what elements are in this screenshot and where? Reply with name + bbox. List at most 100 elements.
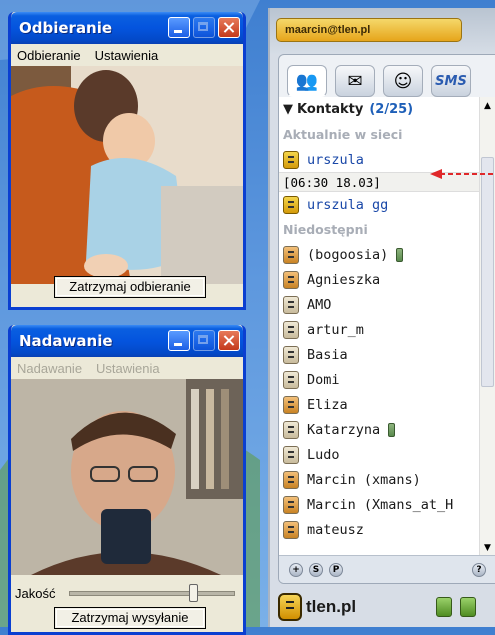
- contact-name: urszula: [307, 151, 364, 168]
- group-header[interactable]: ▼ Kontakty (2/25): [279, 97, 479, 122]
- sent-video-frame: [11, 379, 243, 575]
- contact-name: artur_m: [307, 321, 364, 338]
- stop-receiving-button[interactable]: Zatrzymaj odbieranie: [54, 276, 206, 298]
- scroll-thumb[interactable]: [481, 157, 494, 387]
- tlen-footer: tlen.pl: [278, 588, 495, 626]
- status-icon[interactable]: [460, 597, 476, 617]
- contact-list: ▼ Kontakty (2/25) Aktualnie w sieci ursz…: [279, 97, 479, 557]
- menu-odbieranie[interactable]: Odbieranie: [17, 48, 81, 63]
- quality-slider-knob[interactable]: [189, 583, 199, 602]
- send-window-titlebar[interactable]: Nadawanie: [11, 325, 243, 357]
- scroll-up-icon[interactable]: ▲: [484, 101, 491, 111]
- offline-status-icon: [283, 345, 299, 364]
- scroll-down-icon[interactable]: ▼: [484, 543, 491, 553]
- send-window-title: Nadawanie: [19, 332, 113, 350]
- contact-row[interactable]: Marcin (Xmans_at_H: [279, 492, 479, 517]
- contact-row[interactable]: artur_m: [279, 317, 479, 342]
- receive-window-titlebar[interactable]: Odbieranie: [11, 12, 243, 44]
- add-contact-button[interactable]: +: [289, 562, 303, 577]
- contact-row[interactable]: Domi: [279, 367, 479, 392]
- contact-list-scrollbar[interactable]: ▲ ▼: [479, 97, 495, 557]
- contact-row[interactable]: Agnieszka: [279, 267, 479, 292]
- send-window: Nadawanie Nadawanie Ustawienia Jakość Za…: [8, 325, 246, 635]
- online-status-icon: [283, 195, 299, 214]
- contact-name: Agnieszka: [307, 271, 381, 288]
- group-count: (2/25): [369, 102, 414, 117]
- contact-row[interactable]: mateusz: [279, 517, 479, 542]
- annotation-arrow-icon: [430, 169, 495, 179]
- status-icon[interactable]: [436, 597, 452, 617]
- group-name: Kontakty: [297, 102, 364, 117]
- contact-name: Domi: [307, 371, 340, 388]
- action-bar: + S P ?: [279, 555, 495, 583]
- offline-status-icon: [283, 495, 299, 514]
- collapse-triangle-icon: ▼: [283, 102, 293, 117]
- mobile-phone-icon: [388, 422, 396, 437]
- offline-status-icon: [283, 395, 299, 414]
- contacts-panel: 👥 ✉ ☺ SMS ▼ Kontakty (2/25) Aktualnie w …: [278, 54, 495, 584]
- contact-row[interactable]: (bogoosia): [279, 242, 479, 267]
- receive-window-title: Odbieranie: [19, 19, 113, 37]
- minimize-button[interactable]: [168, 330, 190, 351]
- offline-contacts: (bogoosia) Agnieszka AMO artur_m Basia Domi El…: [279, 242, 479, 542]
- contact-name: (bogoosia): [307, 246, 389, 263]
- menu-ustawienia: Ustawienia: [96, 360, 160, 376]
- received-video: [11, 66, 243, 284]
- contact-row[interactable]: Marcin (xmans): [279, 467, 479, 492]
- stop-sending-button[interactable]: Zatrzymaj wysyłanie: [54, 607, 206, 629]
- contacts-icon: 👥: [295, 70, 319, 92]
- offline-status-icon: [283, 320, 299, 339]
- contact-name: urszula gg: [307, 196, 389, 213]
- tab-mail[interactable]: ✉: [335, 65, 375, 97]
- tab-contacts[interactable]: 👥: [287, 65, 327, 97]
- contact-name: Eliza: [307, 396, 348, 413]
- send-menubar: Nadawanie Ustawienia: [11, 357, 243, 380]
- mobile-phone-icon: [396, 247, 404, 262]
- offline-status-icon: [283, 420, 299, 439]
- sms-button[interactable]: S: [309, 562, 323, 577]
- contact-row[interactable]: urszula gg: [279, 192, 479, 217]
- close-button[interactable]: [218, 330, 240, 351]
- offline-status-icon: [283, 245, 299, 264]
- contact-row[interactable]: Eliza: [279, 392, 479, 417]
- received-video-frame: [11, 66, 243, 284]
- tab-sms[interactable]: SMS: [431, 65, 471, 97]
- contact-name: mateusz: [307, 521, 364, 538]
- offline-status-icon: [283, 470, 299, 489]
- receive-window: Odbieranie Odbieranie Ustawienia Zatrzym…: [8, 12, 246, 310]
- contact-row[interactable]: AMO: [279, 292, 479, 317]
- receive-menubar: Odbieranie Ustawienia: [11, 44, 243, 67]
- sent-video: [11, 379, 243, 575]
- profile-button[interactable]: P: [329, 562, 343, 577]
- contact-name: Marcin (xmans): [307, 471, 421, 488]
- contact-name: Marcin (Xmans_at_H: [307, 496, 454, 513]
- online-section-label: Aktualnie w sieci: [283, 127, 403, 142]
- contact-name: Ludo: [307, 446, 340, 463]
- contact-row[interactable]: Katarzyna: [279, 417, 479, 442]
- maximize-button: [193, 17, 215, 38]
- tab-bar: 👥 ✉ ☺ SMS: [279, 55, 495, 97]
- tab-tlen[interactable]: ☺: [383, 65, 423, 97]
- contact-name: AMO: [307, 296, 332, 313]
- close-button[interactable]: [218, 17, 240, 38]
- menu-ustawienia[interactable]: Ustawienia: [95, 48, 159, 63]
- tlen-header: maarcin@tlen.pl: [270, 8, 495, 54]
- quality-label: Jakość: [15, 585, 56, 601]
- help-button[interactable]: ?: [472, 562, 486, 577]
- contact-row[interactable]: Basia: [279, 342, 479, 367]
- offline-status-icon: [283, 370, 299, 389]
- offline-status-icon: [283, 270, 299, 289]
- offline-status-icon: [283, 445, 299, 464]
- mail-icon: ✉: [347, 70, 363, 92]
- contact-row[interactable]: Ludo: [279, 442, 479, 467]
- tlen-icon: ☺: [393, 70, 413, 92]
- offline-status-icon: [283, 520, 299, 539]
- tlen-logo-icon: [278, 593, 302, 621]
- tlen-messenger: maarcin@tlen.pl 👥 ✉ ☺ SMS ▼ Kontakty (2/…: [268, 8, 495, 627]
- online-status-icon: [283, 150, 299, 169]
- minimize-button[interactable]: [168, 17, 190, 38]
- quality-slider[interactable]: [69, 583, 235, 602]
- contact-name: Basia: [307, 346, 348, 363]
- quality-control: Jakość: [15, 583, 241, 603]
- nick-field[interactable]: maarcin@tlen.pl: [276, 18, 462, 42]
